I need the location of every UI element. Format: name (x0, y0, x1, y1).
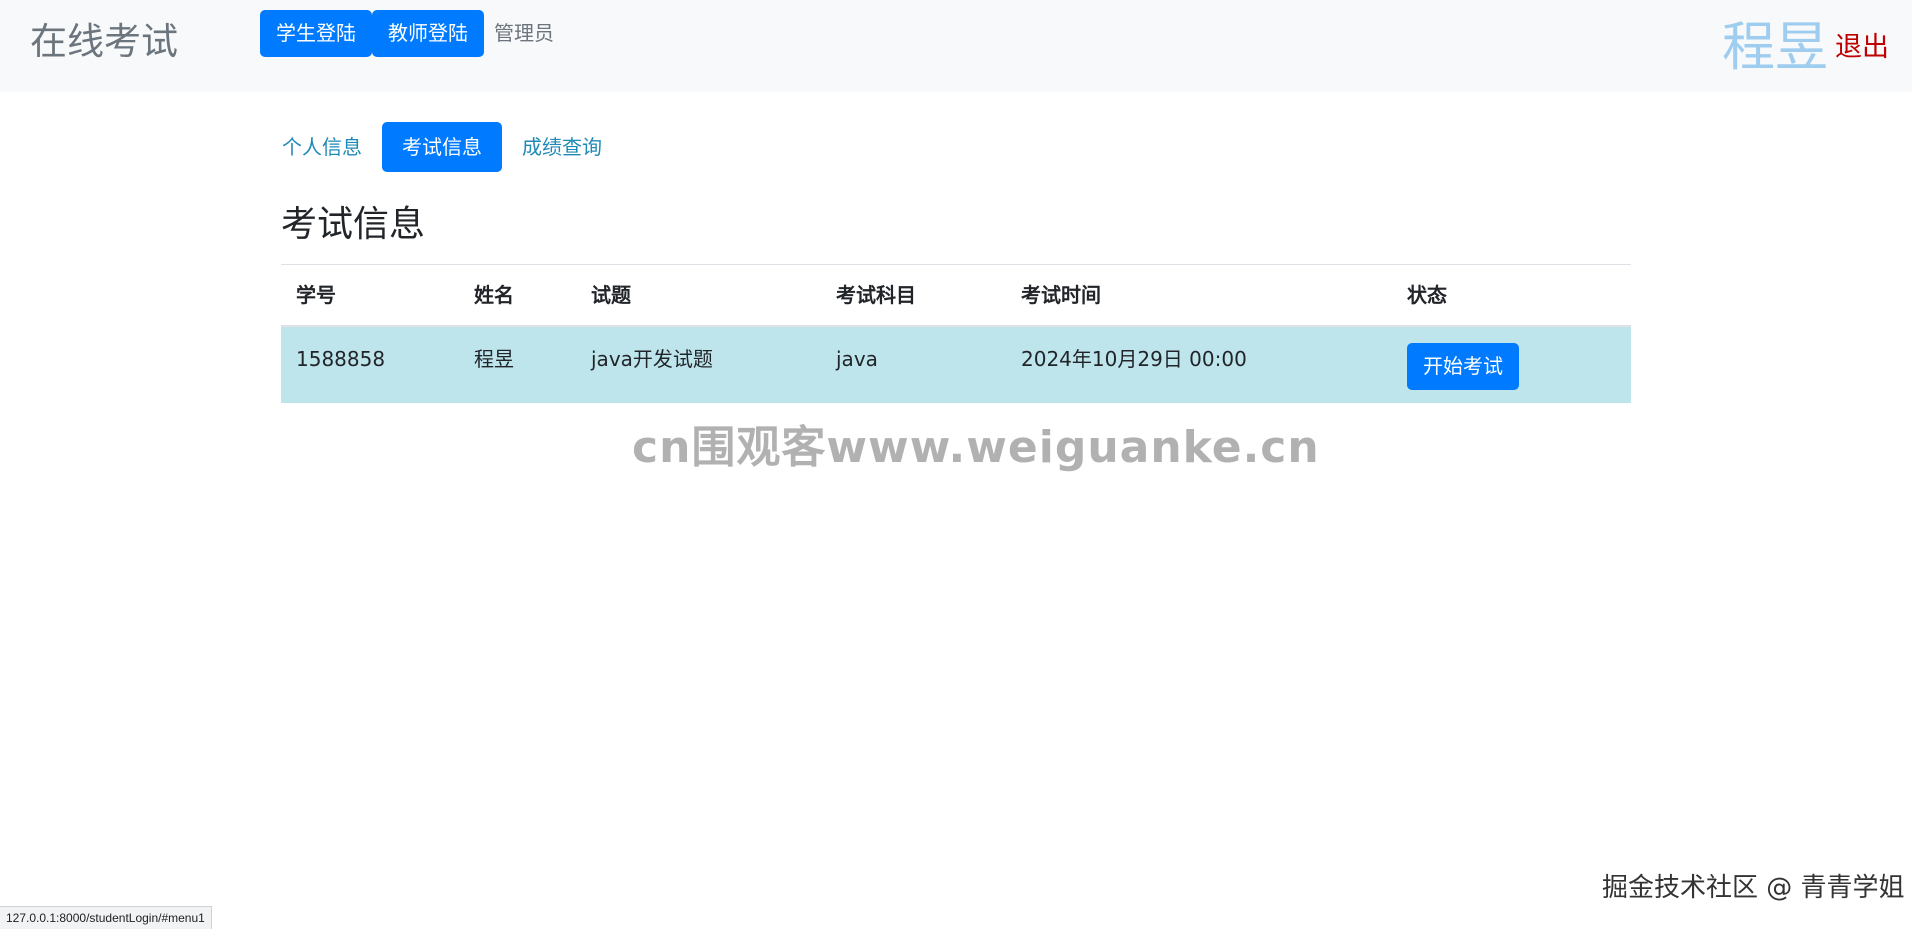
logout-link[interactable]: 退出 (1835, 28, 1889, 68)
header-student-id: 学号 (296, 283, 336, 307)
status-bar-url: 127.0.0.1:8000/studentLogin/#menu1 (0, 906, 212, 929)
header-status: 状态 (1407, 283, 1447, 307)
table-row: 1588858 程昱 java开发试题 java 2024年10月29日 00:… (281, 327, 1631, 403)
header-exam-paper: 试题 (591, 283, 631, 307)
cell-student-id: 1588858 (296, 347, 386, 371)
tab-score-query[interactable]: 成绩查询 (522, 122, 602, 172)
header-exam-time: 考试时间 (1021, 283, 1101, 307)
top-navbar: 在线考试 学生登陆 教师登陆 管理员 程昱 退出 (0, 0, 1912, 92)
tab-exam-info[interactable]: 考试信息 (382, 122, 502, 172)
teacher-login-button[interactable]: 教师登陆 (372, 10, 484, 57)
cell-subject: java (836, 347, 878, 371)
header-subject: 考试科目 (836, 283, 916, 307)
brand-title[interactable]: 在线考试 (30, 18, 178, 66)
cell-name: 程昱 (474, 347, 514, 371)
header-name: 姓名 (474, 283, 514, 307)
cell-exam-time: 2024年10月29日 00:00 (1021, 347, 1247, 371)
cell-exam-paper: java开发试题 (591, 347, 713, 371)
corner-watermark: 掘金技术社区 @ 青青学姐 (1602, 873, 1905, 903)
site-watermark: cn围观客www.weiguanke.cn (632, 422, 1320, 473)
admin-link[interactable]: 管理员 (494, 10, 554, 57)
current-user-name: 程昱 (1722, 17, 1828, 78)
tab-personal-info[interactable]: 个人信息 (282, 122, 362, 172)
page-title: 考试信息 (281, 204, 426, 245)
student-login-button[interactable]: 学生登陆 (260, 10, 372, 57)
start-exam-button[interactable]: 开始考试 (1407, 343, 1519, 390)
table-header: 学号 姓名 试题 考试科目 考试时间 状态 (281, 265, 1631, 327)
